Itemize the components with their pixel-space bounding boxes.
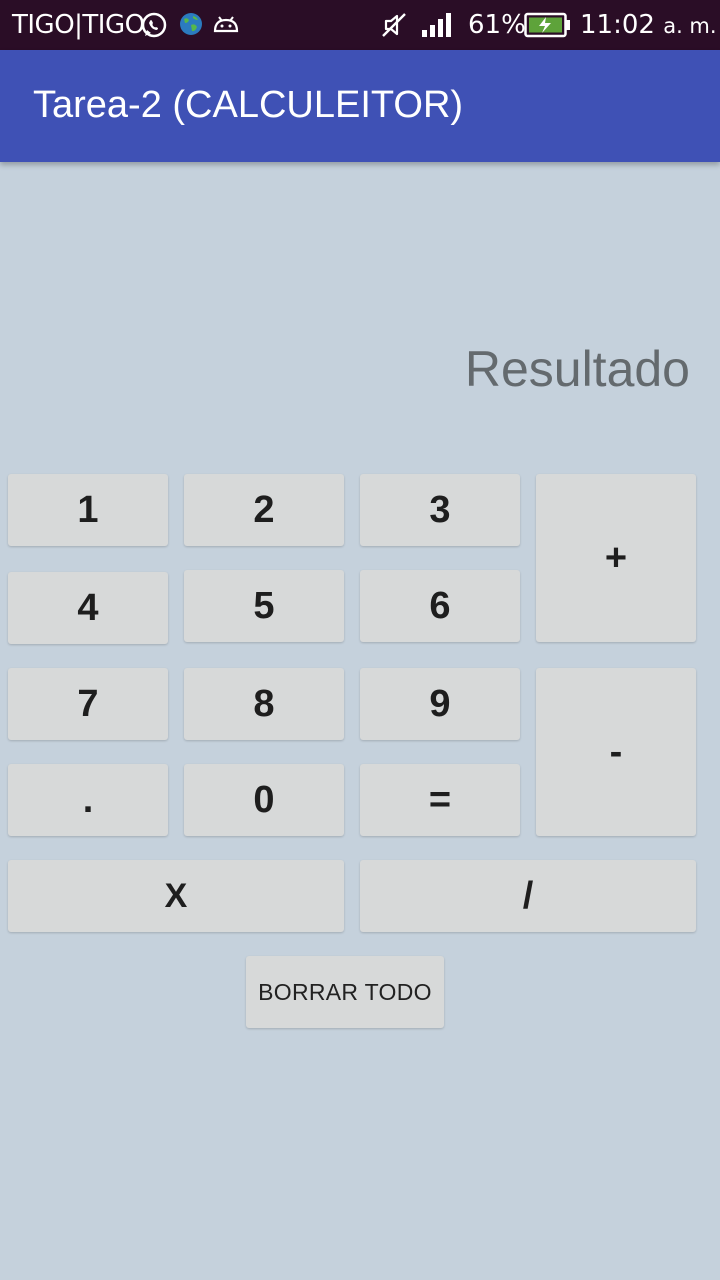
clock-ampm: a. m. [663, 14, 717, 38]
carrier-label: TIGO|TIGO [12, 10, 145, 40]
key-1[interactable]: 1 [8, 474, 168, 546]
key-3[interactable]: 3 [360, 474, 520, 546]
divide-button[interactable]: / [360, 860, 696, 932]
signal-icon [420, 12, 454, 45]
app-title: Tarea-2 (CALCULEITOR) [33, 84, 464, 126]
key-7[interactable]: 7 [8, 668, 168, 740]
equals-button[interactable]: = [360, 764, 520, 836]
globe-icon [178, 11, 204, 44]
key-8[interactable]: 8 [184, 668, 344, 740]
status-bar: TIGO|TIGO 61% 11:02 a. m. [0, 0, 720, 50]
key-4[interactable]: 4 [8, 572, 168, 644]
key-6[interactable]: 6 [360, 570, 520, 642]
android-icon [212, 11, 240, 44]
decimal-point-button[interactable]: . [8, 764, 168, 836]
key-9[interactable]: 9 [360, 668, 520, 740]
clock: 11:02 a. m. [580, 10, 717, 40]
key-5[interactable]: 5 [184, 570, 344, 642]
clear-all-button[interactable]: BORRAR TODO [246, 956, 444, 1028]
key-0[interactable]: 0 [184, 764, 344, 836]
app-bar: Tarea-2 (CALCULEITOR) [0, 50, 720, 162]
key-2[interactable]: 2 [184, 474, 344, 546]
plus-button[interactable]: + [536, 474, 696, 642]
multiply-button[interactable]: X [8, 860, 344, 932]
result-display: Resultado [464, 341, 690, 397]
whatsapp-icon [140, 11, 168, 46]
minus-button[interactable]: - [536, 668, 696, 836]
battery-percent: 61% [468, 10, 526, 40]
battery-charging-icon [524, 12, 572, 45]
mute-icon [380, 11, 408, 46]
clock-time: 11:02 [580, 10, 655, 40]
